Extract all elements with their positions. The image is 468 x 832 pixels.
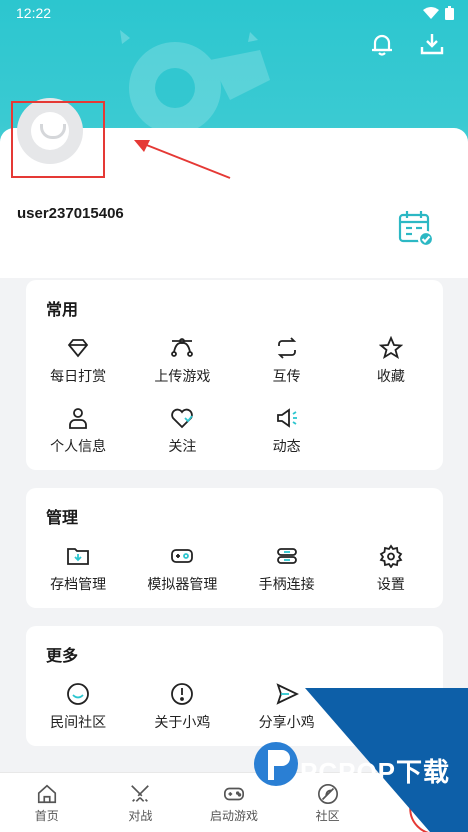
item-label: 动态: [272, 439, 301, 455]
gamepad-icon: [223, 787, 244, 801]
section-manage: 管理 存档管理 模拟器管理 手柄连接 设置: [26, 488, 443, 608]
save-management-button[interactable]: 存档管理: [26, 544, 130, 596]
username: user237015406: [17, 205, 124, 222]
nav-label: 启动游戏: [209, 809, 258, 823]
item-label: 模拟器管理: [147, 577, 218, 593]
speaker-icon: [276, 408, 297, 428]
user-icon: [69, 408, 88, 429]
gamepad-icon: [171, 549, 194, 563]
transfer-icon: [277, 337, 296, 359]
smile-icon: [67, 683, 90, 705]
home-icon: [37, 784, 56, 804]
controller-connect-button[interactable]: 手柄连接: [235, 544, 339, 596]
heart-icon: [171, 408, 194, 429]
item-label: 设置: [376, 577, 405, 593]
nav-label: 首页: [34, 809, 59, 823]
nav-home[interactable]: 首页: [0, 773, 94, 832]
bell-icon: [372, 34, 392, 56]
swords-icon: [131, 785, 150, 802]
annotation-arrow-icon: [134, 140, 231, 179]
item-label: 分享小鸡: [258, 715, 315, 731]
settings-button[interactable]: 设置: [339, 544, 443, 596]
item-label: 个人信息: [50, 439, 107, 455]
download-button[interactable]: [418, 30, 446, 58]
transfer-button[interactable]: 互传: [235, 336, 339, 388]
nav-launch-game[interactable]: 启动游戏: [187, 773, 281, 832]
share-button[interactable]: 分享小鸡: [235, 682, 339, 734]
follow-button[interactable]: 关注: [130, 406, 234, 458]
item-label: 上传游戏: [154, 369, 211, 385]
battery-icon: [445, 6, 454, 20]
item-label: 互传: [272, 369, 301, 385]
item-label: 关注: [168, 439, 197, 455]
favorites-button[interactable]: 收藏: [339, 336, 443, 388]
nav-battle[interactable]: 对战: [94, 773, 188, 832]
checkin-calendar-button[interactable]: [396, 208, 436, 248]
daily-reward-button[interactable]: 每日打赏: [26, 336, 130, 388]
item-label: 关于小鸡: [154, 715, 211, 731]
download-icon: [420, 34, 444, 55]
wifi-icon: [423, 6, 439, 19]
info-icon: [171, 683, 194, 705]
link-icon: [276, 548, 297, 564]
section-title: 管理: [46, 508, 79, 527]
folder-icon: [67, 548, 90, 565]
item-label: 手柄连接: [258, 577, 315, 593]
calendar-check-icon: [398, 211, 435, 248]
nav-label: 对战: [128, 809, 153, 823]
profile-ring-icon: [409, 783, 452, 832]
nav-label: 社区: [315, 809, 340, 823]
emulator-management-button[interactable]: 模拟器管理: [130, 544, 234, 596]
diamond-icon: [67, 339, 89, 358]
item-label: 收藏: [376, 369, 405, 385]
gear-icon: [379, 544, 403, 568]
section-more: 更多 民间社区 关于小鸡 分享小鸡: [26, 626, 443, 746]
about-button[interactable]: 关于小鸡: [130, 682, 234, 734]
personal-info-button[interactable]: 个人信息: [26, 406, 130, 458]
status-bar: 12:22: [0, 0, 468, 28]
header-decoration: [120, 30, 270, 134]
upload-game-button[interactable]: 上传游戏: [130, 336, 234, 388]
notification-button[interactable]: [368, 30, 396, 58]
status-time: 12:22: [16, 5, 52, 21]
item-label: 民间社区: [50, 715, 107, 731]
section-title: 常用: [46, 300, 79, 319]
section-common: 常用 每日打赏 上传游戏 互传 收藏 个人信息 关注 动态: [26, 280, 443, 470]
bezier-icon: [171, 338, 194, 357]
item-label: 每日打赏: [50, 369, 107, 385]
item-label: 存档管理: [50, 577, 107, 593]
community-button[interactable]: 民间社区: [26, 682, 130, 734]
annotation-highlight-box: [11, 101, 105, 178]
section-title: 更多: [46, 646, 79, 665]
star-icon: [378, 336, 403, 359]
activity-button[interactable]: 动态: [235, 406, 339, 458]
send-icon: [276, 683, 299, 705]
watermark-subtitle: PCPOP Download: [302, 778, 377, 786]
